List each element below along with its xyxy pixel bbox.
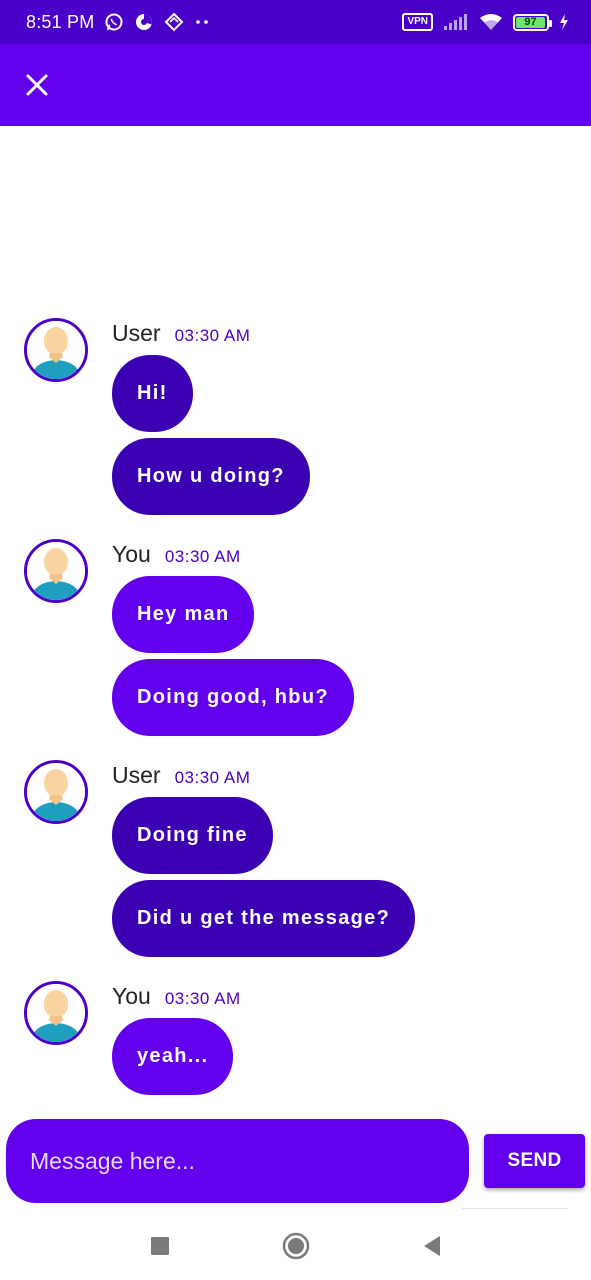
message-time: 03:30 AM	[164, 547, 241, 566]
message-meta: User 03:30 AM	[112, 320, 250, 347]
back-button[interactable]	[416, 1230, 448, 1262]
recents-square-icon	[150, 1237, 169, 1255]
message-bubble[interactable]: Did u get the message?	[112, 880, 416, 957]
chat-screen: 8:51 PM VPN 97 User 03:30 AM Hi! How u d…	[0, 0, 591, 1280]
signal-icon	[443, 13, 469, 31]
back-triangle-icon	[423, 1236, 440, 1256]
more-notifications-icon	[194, 18, 210, 26]
app-bar	[0, 44, 591, 126]
data-saver-icon	[134, 12, 154, 32]
charging-icon	[559, 14, 569, 30]
avatar	[24, 760, 88, 824]
divider	[462, 1208, 568, 1209]
message-time: 03:30 AM	[164, 989, 241, 1008]
message-meta: You 03:30 AM	[112, 983, 241, 1010]
message-meta: You 03:30 AM	[112, 541, 241, 568]
sender-name: You	[112, 541, 151, 567]
status-bar-right: VPN 97	[402, 13, 569, 31]
sender-name: User	[112, 320, 161, 346]
message-time: 03:30 AM	[174, 768, 251, 787]
message-bubble[interactable]: Hi!	[112, 355, 193, 432]
home-circle-icon	[282, 1232, 309, 1260]
user-avatar-icon	[27, 763, 85, 821]
app-icon	[164, 12, 184, 32]
avatar	[24, 318, 88, 382]
send-button[interactable]: SEND	[484, 1134, 585, 1188]
user-avatar-icon	[27, 542, 85, 600]
sender-name: You	[112, 983, 151, 1009]
user-avatar-icon	[27, 321, 85, 379]
close-button[interactable]	[22, 70, 52, 100]
status-bar-left: 8:51 PM	[26, 12, 210, 33]
battery-icon: 97	[513, 13, 552, 31]
message-input[interactable]	[30, 1147, 445, 1175]
message-composer	[6, 1119, 469, 1203]
message-bubble[interactable]: yeah...	[112, 1018, 234, 1095]
sender-name: User	[112, 762, 161, 788]
wifi-icon	[479, 13, 503, 31]
status-bar: 8:51 PM VPN 97	[0, 0, 591, 44]
message-bubble[interactable]: Hey man	[112, 576, 255, 653]
message-time: 03:30 AM	[174, 326, 251, 345]
message-bubble[interactable]: Doing fine	[112, 797, 273, 874]
message-meta: User 03:30 AM	[112, 762, 250, 789]
message-list[interactable]: User 03:30 AM Hi! How u doing? You 03:30…	[0, 126, 591, 1111]
close-icon	[26, 74, 48, 96]
vpn-badge: VPN	[402, 13, 433, 31]
system-nav-bar	[0, 1212, 591, 1280]
recents-button[interactable]	[144, 1230, 176, 1262]
avatar	[24, 981, 88, 1045]
message-bubble[interactable]: How u doing?	[112, 438, 310, 515]
home-button[interactable]	[280, 1230, 312, 1262]
battery-level: 97	[516, 16, 546, 28]
message-bubble[interactable]: Doing good, hbu?	[112, 659, 354, 736]
whatsapp-icon	[104, 12, 124, 32]
status-time: 8:51 PM	[26, 11, 95, 32]
avatar	[24, 539, 88, 603]
user-avatar-icon	[27, 984, 85, 1042]
